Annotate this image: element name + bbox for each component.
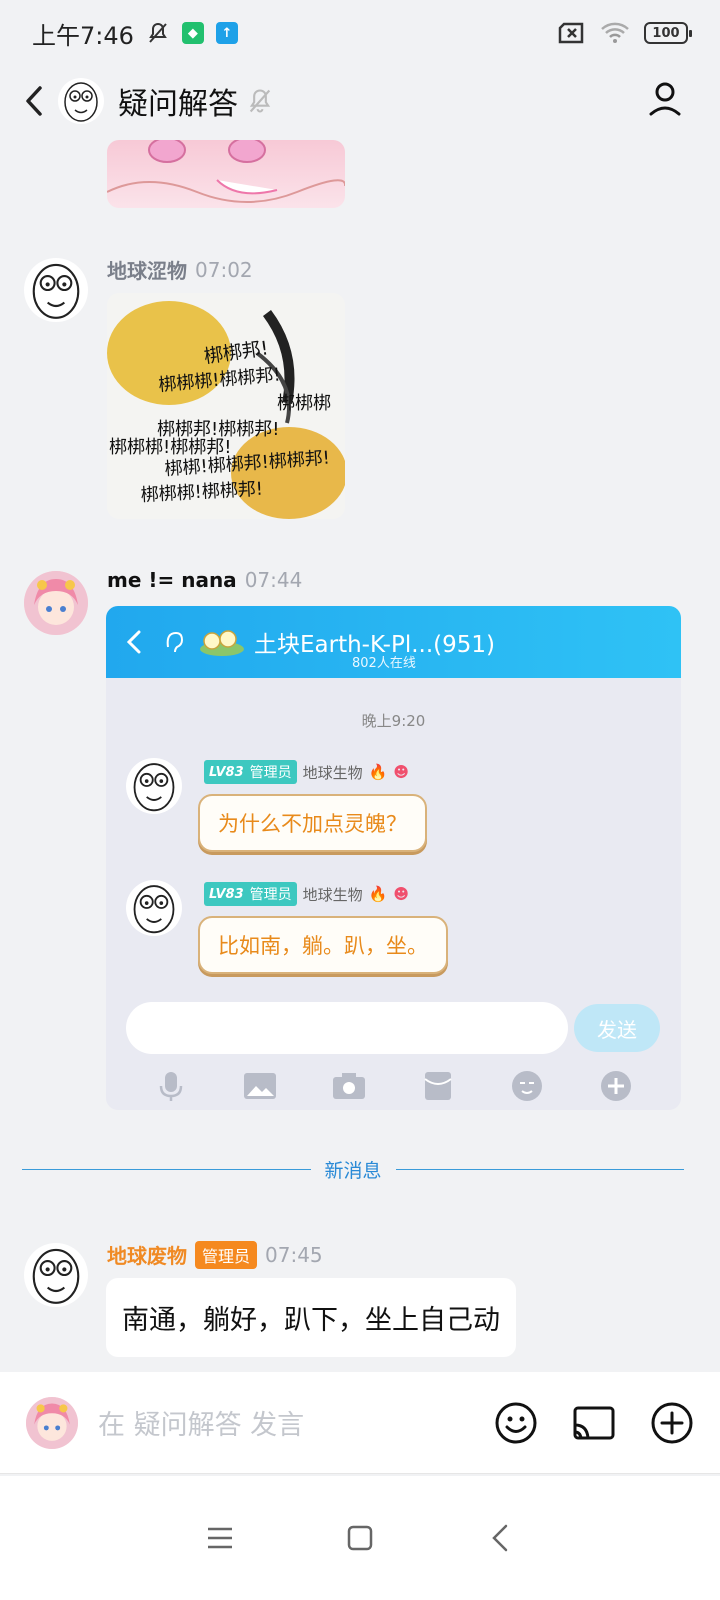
bell-off-icon bbox=[149, 22, 167, 43]
chevron-left-icon bbox=[492, 1524, 508, 1552]
message-time: 07:44 bbox=[244, 568, 303, 592]
upload-app-icon: ↑ bbox=[215, 22, 238, 44]
message-time: 07:45 bbox=[265, 1242, 323, 1267]
back-button[interactable] bbox=[20, 81, 48, 121]
emoji-button[interactable] bbox=[494, 1401, 538, 1445]
role-text: 管理员 bbox=[249, 887, 292, 903]
status-bar: 上午7:46 ◆ ↑ 100 bbox=[0, 0, 720, 66]
meme-image[interactable]: 梆梆邦! 梆梆梆!梆梆邦! 梆梆梆 梆梆邦!梆梆邦! 梆梆梆!梆梆邦! 梆梆!梆… bbox=[107, 293, 345, 519]
meme-text: 梆梆梆 bbox=[277, 393, 331, 414]
screenshot-toolbar bbox=[106, 1062, 681, 1110]
battery-level: 100 bbox=[652, 25, 680, 41]
sim-off-icon bbox=[558, 22, 584, 44]
sender-avatar[interactable] bbox=[24, 571, 88, 635]
divider-line bbox=[22, 1168, 311, 1170]
new-messages-label: 新消息 bbox=[324, 1159, 382, 1182]
message-input-bar: 在 疑问解答 发言 bbox=[0, 1372, 720, 1474]
admin-badge: 管理员 bbox=[195, 1240, 258, 1269]
screenshot-input bbox=[126, 1002, 568, 1054]
screenshot-input-row: 发送 bbox=[126, 1002, 666, 1054]
fire-icon: 🔥 bbox=[368, 885, 388, 903]
battery-indicator: 100 bbox=[644, 22, 692, 44]
ear-icon bbox=[166, 631, 184, 653]
screenshot-bubble: 比如南，躺。趴，坐。 bbox=[198, 916, 448, 974]
level-badge: LV83 管理员 bbox=[204, 760, 297, 784]
smile-badge-icon: ☻ bbox=[393, 885, 409, 903]
meme-face-icon bbox=[64, 82, 98, 122]
anime-image-fragment bbox=[107, 140, 345, 203]
level-text: LV83 bbox=[209, 886, 244, 902]
message-text-bubble[interactable]: 南通，躺好，趴下，坐上自己动 bbox=[106, 1278, 516, 1357]
screenshot-avatar bbox=[126, 758, 182, 814]
wifi-icon bbox=[601, 22, 629, 43]
meme-face-icon bbox=[133, 885, 175, 934]
person-icon bbox=[649, 82, 681, 116]
chat-title: 疑问解答 bbox=[118, 87, 238, 122]
role-text: 管理员 bbox=[249, 765, 292, 781]
smiley-icon bbox=[495, 1402, 537, 1443]
red-packet-icon bbox=[420, 1068, 456, 1104]
plus-circle-icon bbox=[651, 1402, 693, 1443]
sender-avatar[interactable] bbox=[24, 1243, 88, 1307]
image-icon bbox=[242, 1068, 278, 1104]
muted-bell-icon bbox=[249, 89, 271, 113]
screenshot-time-divider: 晚上9:20 bbox=[361, 712, 426, 730]
screenshot-image[interactable]: 土块Earth-K-Pl...(951) 802人在线 晚上9:20 LV83 管… bbox=[106, 606, 681, 1110]
message-header: 地球涩物 07:02 bbox=[107, 255, 253, 284]
message-time: 07:02 bbox=[195, 257, 253, 282]
menu-nav-button[interactable] bbox=[200, 1518, 240, 1558]
sender-avatar[interactable] bbox=[24, 258, 88, 322]
sender-name[interactable]: 地球涩物 bbox=[107, 255, 187, 284]
sender-name[interactable]: 地球废物 bbox=[107, 1240, 187, 1269]
chevron-left-icon bbox=[26, 86, 42, 116]
new-messages-divider: 新消息 bbox=[22, 1156, 685, 1182]
level-badge: LV83 管理员 bbox=[204, 882, 297, 906]
smile-badge-icon: ☻ bbox=[393, 763, 409, 781]
emoji-icon bbox=[509, 1068, 545, 1104]
meme-face-icon bbox=[32, 263, 80, 319]
chat-title-bar: 疑问解答 bbox=[0, 66, 720, 136]
chevron-left-icon bbox=[126, 630, 141, 654]
message-header: me != nana 07:44 bbox=[107, 568, 302, 592]
screenshot-sender: 地球生物 bbox=[302, 885, 363, 904]
cast-icon bbox=[573, 1406, 615, 1439]
plus-icon bbox=[598, 1068, 634, 1104]
menu-icon bbox=[208, 1527, 232, 1549]
more-button[interactable] bbox=[650, 1401, 694, 1445]
screenshot-header: 土块Earth-K-Pl...(951) 802人在线 bbox=[106, 606, 681, 678]
back-nav-button[interactable] bbox=[480, 1518, 520, 1558]
meme-face-icon bbox=[32, 1248, 80, 1304]
status-time: 上午7:46 bbox=[32, 21, 134, 50]
camera-icon bbox=[331, 1068, 367, 1104]
square-home-icon bbox=[347, 1525, 373, 1551]
screenshot-bubble: 为什么不加点灵魄？ bbox=[198, 794, 427, 852]
screenshot-sender: 地球生物 bbox=[302, 763, 363, 782]
group-avatar[interactable] bbox=[58, 78, 104, 124]
screenshot-avatar bbox=[126, 880, 182, 936]
meme-image-art: 梆梆邦! 梆梆梆!梆梆邦! 梆梆梆 梆梆邦!梆梆邦! 梆梆梆!梆梆邦! 梆梆!梆… bbox=[107, 301, 345, 519]
cast-button[interactable] bbox=[572, 1401, 616, 1445]
divider-line bbox=[395, 1168, 685, 1170]
mic-icon bbox=[153, 1068, 189, 1104]
level-text: LV83 bbox=[209, 764, 244, 780]
screenshot-message-meta: LV83 管理员 地球生物 🔥 ☻ bbox=[204, 760, 409, 784]
message-image-cropped[interactable] bbox=[107, 140, 345, 208]
fire-icon: 🔥 bbox=[368, 763, 388, 781]
sender-name[interactable]: me != nana bbox=[107, 568, 237, 592]
anime-girl-avatar-icon bbox=[24, 571, 88, 635]
home-nav-button[interactable] bbox=[340, 1518, 380, 1558]
screenshot-online-count: 802人在线 bbox=[352, 656, 416, 671]
group-emoji-icon bbox=[200, 630, 244, 656]
screenshot-send-button: 发送 bbox=[574, 1004, 660, 1052]
my-avatar[interactable] bbox=[26, 1396, 78, 1449]
anime-girl-avatar-icon bbox=[26, 1396, 78, 1449]
group-members-button[interactable] bbox=[648, 81, 682, 121]
meme-face-icon bbox=[133, 763, 175, 812]
message-input[interactable]: 在 疑问解答 发言 bbox=[98, 1403, 304, 1442]
shield-app-icon: ◆ bbox=[181, 22, 204, 44]
screenshot-message-meta: LV83 管理员 地球生物 🔥 ☻ bbox=[204, 882, 409, 906]
chat-message-list[interactable]: 地球涩物 07:02 梆梆邦! 梆梆梆!梆梆邦! 梆梆梆 梆梆邦!梆梆邦! 梆梆… bbox=[0, 140, 720, 1372]
message-header: 地球废物 管理员 07:45 bbox=[107, 1240, 323, 1269]
system-nav-bar bbox=[0, 1476, 720, 1600]
